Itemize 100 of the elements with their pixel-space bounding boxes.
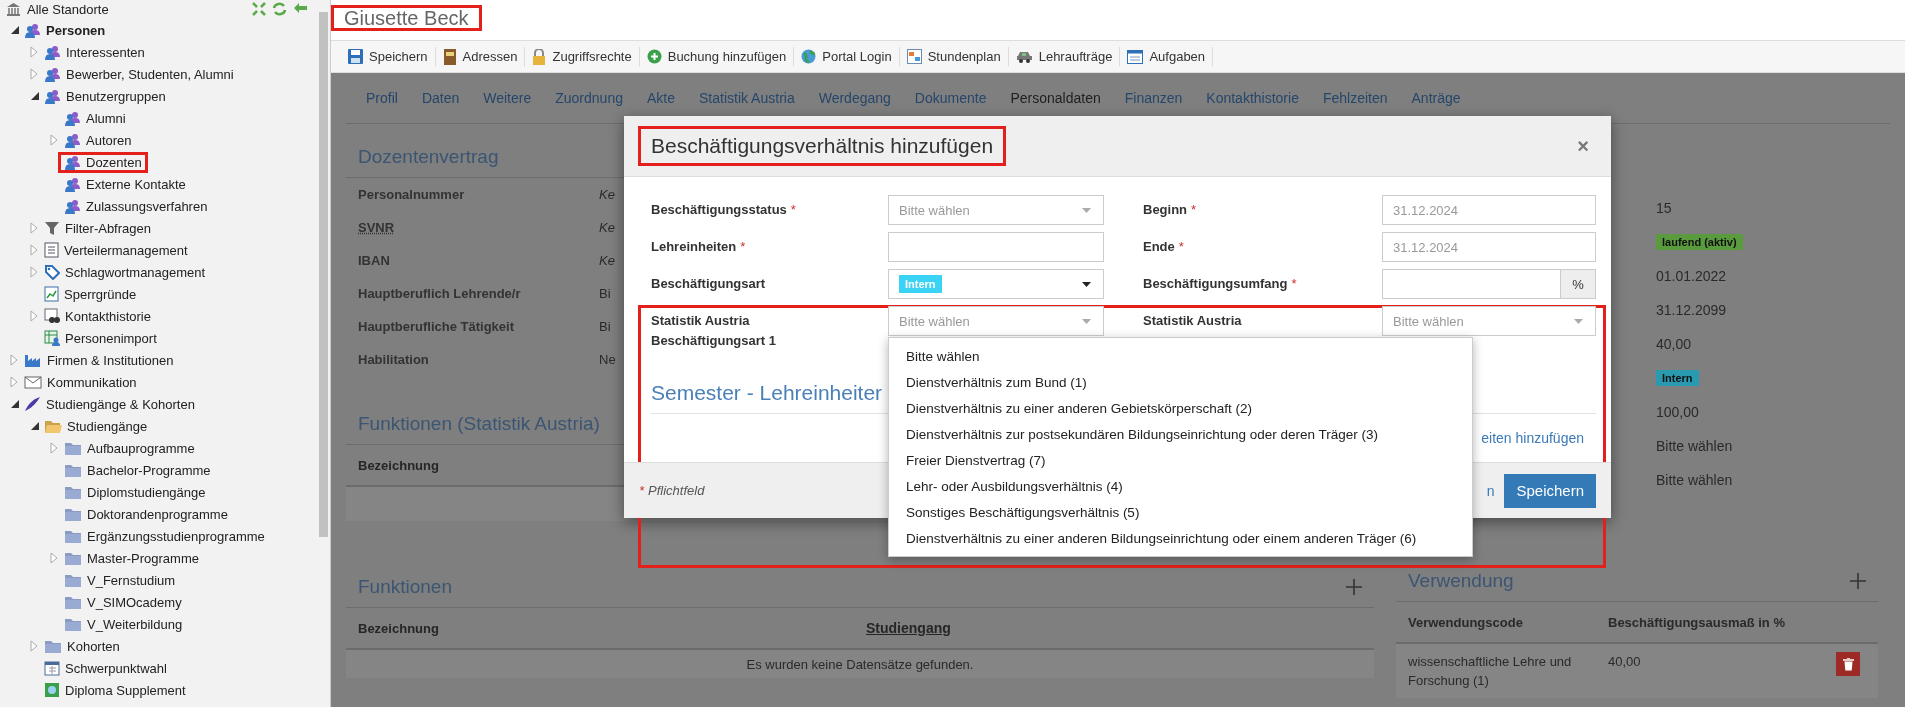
tree-item[interactable]: Dozenten (86, 154, 142, 170)
field-value: Bi (599, 319, 611, 334)
tree-item[interactable]: Benutzergruppen (66, 88, 166, 104)
collapsed-arrow-icon[interactable] (30, 640, 38, 652)
input-field[interactable] (888, 232, 1104, 262)
tree-item[interactable]: Studiengänge & Kohorten (46, 396, 195, 412)
tree-item[interactable]: Doktorandenprogramme (87, 506, 228, 522)
car-icon (1015, 50, 1033, 63)
dropdown-option[interactable]: Dienstverhältnis zu einer anderen Gebietskörperschaft (2) (889, 395, 1472, 421)
toolbar-button[interactable]: Portal Login (794, 47, 900, 66)
add-link[interactable]: eiten hinzufügen (1481, 430, 1584, 446)
tree-item[interactable]: Filter-Abfragen (65, 220, 151, 236)
field-label: Hauptberufliche Tätigkeit (357, 319, 516, 334)
toolbar-button[interactable]: Stundenplan (899, 47, 1009, 66)
scrollbar-thumb[interactable] (319, 12, 328, 537)
collapsed-arrow-icon[interactable] (30, 266, 38, 278)
add-icon[interactable] (1346, 579, 1362, 595)
tree-item[interactable]: Personen (46, 22, 106, 38)
user-group-icon (44, 88, 61, 104)
tree-item[interactable]: Personenimport (65, 330, 157, 346)
tree-item[interactable]: Interessenten (66, 44, 145, 60)
tree-item[interactable]: Bachelor-Programme (87, 462, 211, 478)
tree-item[interactable]: Firmen & Institutionen (47, 352, 174, 368)
dropdown-option[interactable]: Dienstverhältnis zum Bund (1) (889, 369, 1472, 395)
tree-item[interactable]: Studiengänge (67, 418, 148, 434)
collapsed-arrow-icon[interactable] (50, 134, 58, 146)
tree-item[interactable]: Schlagwortmanagement (65, 264, 206, 280)
collapsed-arrow-icon[interactable] (30, 310, 38, 322)
collapsed-arrow-icon[interactable] (10, 354, 18, 366)
delete-button[interactable] (1836, 652, 1860, 676)
panel-title: Dozentenvertrag (358, 146, 499, 168)
expanded-arrow-icon[interactable] (10, 25, 20, 35)
dropdown-option[interactable]: Bitte wählen (889, 343, 1472, 369)
tree-item[interactable]: Autoren (86, 132, 132, 148)
tree-item[interactable]: Externe Kontakte (86, 176, 186, 192)
user-group-icon (24, 22, 41, 38)
toolbar-button[interactable]: Lehraufträge (1008, 47, 1121, 66)
tree-item[interactable]: Alle Standorte (27, 2, 109, 17)
folder-icon (44, 638, 62, 654)
expanded-arrow-icon[interactable] (30, 421, 40, 431)
tree-item[interactable]: Bewerber, Studenten, Alumni (66, 66, 234, 82)
tree-item[interactable]: Master-Programme (87, 550, 199, 566)
tree-item[interactable]: V_Fernstudium (87, 572, 176, 588)
folder-icon (64, 528, 82, 544)
column-header: Beschäftigungsausmaß in % (1608, 614, 1786, 630)
field-label: Ende * (1143, 238, 1185, 256)
column-header: Bezeichnung (358, 620, 439, 636)
input-field[interactable] (1382, 269, 1561, 299)
toolbar-button[interactable]: Adressen (435, 46, 526, 67)
field-label: Lehreinheiten * (651, 238, 747, 256)
toolbar-button[interactable]: Buchung hinzufügen (639, 47, 795, 66)
tab[interactable]: Personaldaten (998, 90, 1113, 106)
input-field[interactable]: 31.12.2024 (1382, 195, 1596, 225)
dropdown-option[interactable]: Dienstverhältnis zu einer anderen Bildungseinrichtung oder einem anderen Träger (6) (889, 525, 1472, 551)
add-icon[interactable] (1850, 573, 1866, 589)
tree-item[interactable]: Kontakthistorie (65, 308, 151, 324)
tree-item[interactable]: Ergänzungsstudienprogramme (87, 528, 265, 544)
collapsed-arrow-icon[interactable] (50, 552, 58, 564)
column-header[interactable]: Studiengang (866, 620, 951, 636)
refresh-icon[interactable] (272, 2, 287, 16)
tree-item[interactable]: Alumni (86, 110, 126, 126)
collapsed-arrow-icon[interactable] (30, 46, 38, 58)
tree-item[interactable]: Kohorten (67, 638, 120, 654)
collapsed-arrow-icon[interactable] (30, 244, 38, 256)
tree-item[interactable]: Kommunikation (47, 374, 137, 390)
collapsed-arrow-icon[interactable] (30, 68, 38, 80)
expanded-arrow-icon[interactable] (30, 91, 40, 101)
tree-item[interactable]: V_SIMOcademy (87, 594, 182, 610)
field-value: Ne (599, 352, 616, 367)
tree-item[interactable]: Sperrgründe (64, 286, 137, 302)
cancel-button[interactable]: n (1486, 482, 1495, 499)
tree-item[interactable]: Diplomstudiengänge (87, 484, 206, 500)
toolbar-button[interactable]: Aufgaben (1120, 47, 1214, 66)
input-field[interactable]: 31.12.2024 (1382, 232, 1596, 262)
dropdown-option[interactable]: Sonstiges Beschäftigungsverhältnis (5) (889, 499, 1472, 525)
collapsed-arrow-icon[interactable] (10, 376, 18, 388)
dropdown-option[interactable]: Lehr- oder Ausbildungsverhältnis (4) (889, 473, 1472, 499)
save-button[interactable]: Speichern (1504, 473, 1596, 508)
feather-icon (24, 396, 41, 412)
folder-icon (64, 462, 82, 478)
tree-item[interactable]: V_Weiterbildung (87, 616, 183, 632)
expanded-arrow-icon[interactable] (10, 399, 20, 409)
close-button[interactable]: × (1571, 133, 1595, 159)
toolbar-button[interactable]: Speichern (341, 47, 436, 66)
collapsed-arrow-icon[interactable] (30, 222, 38, 234)
dropdown-option[interactable]: Dienstverhältnis zur postsekundären Bildungseinrichtung oder deren Träger (3) (889, 421, 1472, 447)
toolbar-button[interactable]: Zugriffsrechte (525, 46, 640, 67)
tree-item[interactable]: Diploma Supplement (65, 682, 186, 698)
tree-item[interactable]: Schwerpunktwahl (65, 660, 167, 676)
tree-item[interactable]: Verteilermanagement (64, 242, 188, 258)
tree-item[interactable]: Aufbauprogramme (87, 440, 195, 456)
dropdown-option[interactable]: Freier Dienstvertrag (7) (889, 447, 1472, 473)
collapsed-arrow-icon[interactable] (50, 442, 58, 454)
table-cell-text: wissenschaftliche Lehre und Forschung (1) (1408, 653, 1573, 690)
tree-item[interactable]: Zulassungsverfahren (86, 198, 208, 214)
field-label: Statistik Austria Beschäftigungsart 1 (651, 312, 777, 350)
collapse-all-icon[interactable] (252, 2, 266, 16)
back-arrow-icon[interactable] (293, 2, 308, 14)
folder-icon (44, 418, 62, 434)
tag-icon (44, 264, 60, 280)
